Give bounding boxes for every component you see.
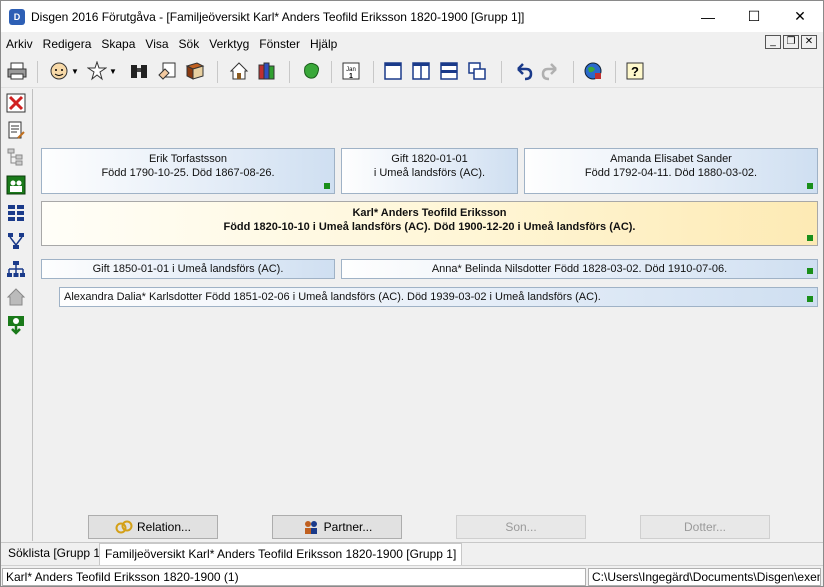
mother-dates: Född 1792-04-11. Död 1880-03-02.	[584, 167, 758, 179]
main-person-name: Karl* Anders Teofild Eriksson	[352, 207, 507, 219]
close-button[interactable]: ✕	[777, 1, 823, 32]
parents-marriage-card[interactable]: Gift 1820-01-01 i Umeå landsförs (AC).	[341, 148, 518, 194]
menu-hjalp[interactable]: Hjälp	[305, 37, 342, 51]
books-icon[interactable]	[255, 59, 279, 83]
horizontal-split-icon[interactable]	[437, 59, 461, 83]
app-icon[interactable]: D	[9, 8, 25, 25]
dotter-button-label: Dotter...	[683, 520, 727, 534]
descendants-icon[interactable]	[5, 230, 27, 252]
house-icon[interactable]	[5, 286, 27, 308]
globe-icon[interactable]	[581, 59, 605, 83]
person-icon[interactable]	[47, 59, 71, 83]
son-button[interactable]: Son...	[456, 515, 586, 539]
father-card[interactable]: Erik Torfastsson Född 1790-10-25. Död 18…	[41, 148, 335, 194]
single-pane-icon[interactable]	[381, 59, 405, 83]
child-card[interactable]: Alexandra Dalia* Karlsdotter Född 1851-0…	[59, 287, 818, 307]
maximize-button[interactable]: ☐	[731, 1, 777, 32]
status-indicator	[324, 183, 330, 189]
menu-redigera[interactable]: Redigera	[38, 37, 97, 51]
rings-icon	[115, 520, 133, 534]
status-path: C:\Users\Ingegärd\Documents\Disgen\exemp…	[588, 568, 821, 586]
undo-icon[interactable]	[511, 59, 535, 83]
child-text: Alexandra Dalia* Karlsdotter Född 1851-0…	[64, 291, 601, 303]
printer-icon[interactable]	[5, 59, 29, 83]
menu-fonster[interactable]: Fönster	[254, 37, 305, 51]
mdi-restore-button[interactable]: ❐	[783, 35, 799, 49]
parents-marriage-date: Gift 1820-01-01	[391, 153, 468, 165]
star-dropdown-icon[interactable]: ▼	[107, 59, 119, 83]
edit-note-icon[interactable]	[5, 119, 27, 141]
org-chart-icon[interactable]	[5, 258, 27, 280]
status-bar: Karl* Anders Teofild Eriksson 1820-1900 …	[1, 565, 823, 586]
status-indicator	[807, 268, 813, 274]
partner-button[interactable]: Partner...	[272, 515, 402, 539]
couple-icon	[304, 521, 317, 534]
family-icon[interactable]	[5, 174, 27, 196]
star-person-icon[interactable]	[85, 59, 109, 83]
spouse-card[interactable]: Anna* Belinda Nilsdotter Född 1828-03-02…	[341, 259, 818, 279]
app-window: D Disgen 2016 Förutgåva - [Familjeöversi…	[0, 0, 824, 587]
mother-name: Amanda Elisabet Sander	[610, 153, 732, 165]
toolbar: ▼ ▼ Jan 1 ?	[1, 56, 823, 88]
status-indicator	[807, 183, 813, 189]
mdi-controls: _ ❐ ✕	[765, 35, 817, 49]
menu-arkiv[interactable]: Arkiv	[1, 37, 38, 51]
two-pane-icon[interactable]	[409, 59, 433, 83]
menu-verktyg[interactable]: Verktyg	[204, 37, 254, 51]
parents-marriage-place: i Umeå landsförs (AC).	[373, 167, 486, 179]
help-icon[interactable]: ?	[623, 59, 647, 83]
mdi-minimize-button[interactable]: _	[765, 35, 781, 49]
download-person-icon[interactable]	[5, 314, 27, 336]
mdi-close-button[interactable]: ✕	[801, 35, 817, 49]
delete-icon[interactable]	[5, 92, 27, 114]
son-button-label: Son...	[505, 520, 537, 534]
hand-document-icon[interactable]	[155, 59, 179, 83]
tree-icon[interactable]	[5, 146, 27, 168]
book-icon[interactable]	[183, 59, 207, 83]
svg-text:1: 1	[349, 73, 353, 80]
minimize-button[interactable]: —	[685, 1, 731, 32]
main-person-dates: Född 1820-10-10 i Umeå landsförs (AC). D…	[223, 221, 636, 233]
father-dates: Född 1790-10-25. Död 1867-08-26.	[101, 167, 275, 179]
window-title: Disgen 2016 Förutgåva - [Familjeöversikt…	[31, 9, 525, 24]
menu-visa[interactable]: Visa	[140, 37, 173, 51]
tab-soklista[interactable]: Söklista [Grupp 1]	[3, 543, 108, 565]
relation-button[interactable]: Relation...	[88, 515, 218, 539]
mother-card[interactable]: Amanda Elisabet Sander Född 1792-04-11. …	[524, 148, 818, 194]
spouse-text: Anna* Belinda Nilsdotter Född 1828-03-02…	[431, 263, 728, 275]
relation-button-label: Relation...	[136, 520, 192, 534]
father-name: Erik Torfastsson	[148, 153, 228, 165]
cascade-icon[interactable]	[465, 59, 489, 83]
tab-familjeoversikt[interactable]: Familjeöversikt Karl* Anders Teofild Eri…	[99, 543, 463, 565]
binoculars-icon[interactable]	[127, 59, 151, 83]
map-icon[interactable]	[299, 59, 323, 83]
title-bar[interactable]: D Disgen 2016 Förutgåva - [Familjeöversi…	[1, 1, 823, 32]
calendar-icon[interactable]: Jan 1	[339, 59, 363, 83]
home-icon[interactable]	[227, 59, 251, 83]
status-indicator	[807, 296, 813, 302]
marriage-text: Gift 1850-01-01 i Umeå landsförs (AC).	[92, 263, 284, 275]
redo-icon[interactable]	[539, 59, 563, 83]
window-tabs: Söklista [Grupp 1] Familjeöversikt Karl*…	[1, 542, 823, 565]
menu-skapa[interactable]: Skapa	[96, 37, 140, 51]
help-glyph: ?	[631, 64, 639, 79]
main-person-card[interactable]: Karl* Anders Teofild Eriksson Född 1820-…	[41, 201, 818, 246]
status-person: Karl* Anders Teofild Eriksson 1820-1900 …	[2, 568, 586, 586]
marriage-card[interactable]: Gift 1850-01-01 i Umeå landsförs (AC).	[41, 259, 335, 279]
menu-bar: Arkiv Redigera Skapa Visa Sök Verktyg Fö…	[1, 34, 823, 54]
person-dropdown-icon[interactable]: ▼	[69, 59, 81, 83]
grid-icon[interactable]	[5, 202, 27, 224]
family-overview-panel: Erik Torfastsson Född 1790-10-25. Död 18…	[34, 89, 823, 541]
left-toolbar	[1, 89, 33, 541]
menu-sok[interactable]: Sök	[174, 37, 205, 51]
dotter-button[interactable]: Dotter...	[640, 515, 770, 539]
status-indicator	[807, 235, 813, 241]
partner-button-label: Partner...	[323, 520, 373, 534]
